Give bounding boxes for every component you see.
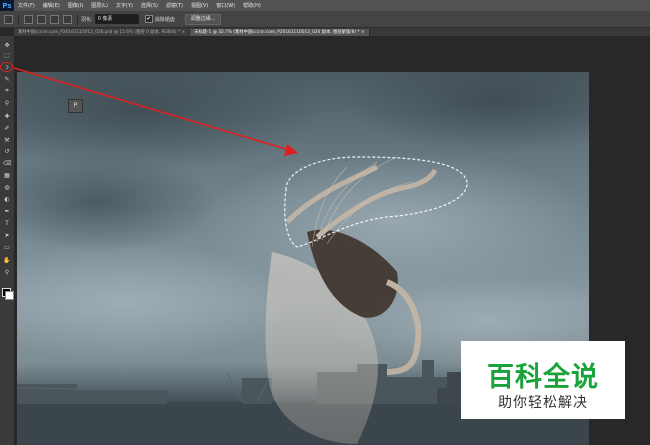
zoom-tool-icon[interactable]: ⚲ <box>3 269 11 276</box>
menu-type[interactable]: 文字(Y) <box>112 2 137 9</box>
move-tool-icon[interactable]: ✥ <box>3 42 11 49</box>
brush-tool-icon[interactable]: ✐ <box>3 125 11 132</box>
gradient-tool-icon[interactable]: ▦ <box>3 172 11 179</box>
menu-bar: Ps 文件(F) 编辑(E) 图像(I) 图层(L) 文字(Y) 选择(S) 滤… <box>0 0 650 11</box>
tools-panel: ✥ ⬚ ↄ ✎ ⌗ ⚲ ✚ ✐ ⚒ ↺ ⌫ ▦ ◍ ◐ ✒ T ➤ ▭ ✋ ⚲ <box>0 36 15 445</box>
document-tabs: 素材中国sccnn.com_P20161110012_026.psd @ 15.… <box>14 28 650 36</box>
menu-select[interactable]: 选择(S) <box>137 2 162 9</box>
refine-edge-button[interactable]: 调整边缘... <box>184 13 222 25</box>
feather-label: 羽化: <box>81 16 93 23</box>
background-color-swatch[interactable] <box>5 291 14 300</box>
intersect-selection-icon[interactable] <box>63 14 72 24</box>
eraser-tool-icon[interactable]: ⌫ <box>3 160 11 167</box>
menu-edit[interactable]: 编辑(E) <box>39 2 64 9</box>
subtract-selection-icon[interactable] <box>50 14 59 24</box>
tab-document-2[interactable]: 未标题-1 @ 32.7% (素材中国sccnn.com_P2016111001… <box>190 29 370 36</box>
eyedropper-tool-icon[interactable]: ⚲ <box>3 100 11 107</box>
tab-document-1[interactable]: 素材中国sccnn.com_P20161110012_026.psd @ 15.… <box>14 29 191 36</box>
blur-tool-icon[interactable]: ◍ <box>3 184 11 191</box>
options-divider <box>18 13 19 25</box>
menu-filter[interactable]: 滤镜(T) <box>162 2 187 9</box>
path-select-tool-icon[interactable]: ➤ <box>3 232 11 239</box>
lasso-highlight-circle <box>0 62 13 72</box>
dodge-tool-icon[interactable]: ◐ <box>3 196 11 203</box>
shape-tool-icon[interactable]: ▭ <box>3 244 11 251</box>
clone-stamp-tool-icon[interactable]: ⚒ <box>3 137 11 144</box>
watermark-logo: 百科全说 助你轻松解决 <box>461 341 625 419</box>
menu-file[interactable]: 文件(F) <box>14 2 39 9</box>
watermark-title: 百科全说 <box>487 362 599 393</box>
menu-help[interactable]: 帮助(H) <box>239 2 265 9</box>
menu-layer[interactable]: 图层(L) <box>87 2 112 9</box>
options-bar: 羽化: 0 像素 ✔ 消除锯齿 调整边缘... <box>0 11 650 28</box>
watermark-subtitle: 助你轻松解决 <box>498 395 588 411</box>
antialias-label: 消除锯齿 <box>154 16 175 23</box>
photoshop-logo-icon: Ps <box>0 0 14 11</box>
healing-brush-tool-icon[interactable]: ✚ <box>3 113 11 120</box>
new-selection-icon[interactable] <box>24 14 33 24</box>
menu-view[interactable]: 视图(V) <box>187 2 212 9</box>
options-divider <box>77 13 78 25</box>
quick-select-tool-icon[interactable]: ✎ <box>3 76 11 83</box>
menu-image[interactable]: 图像(I) <box>64 2 87 9</box>
add-selection-icon[interactable] <box>37 14 46 24</box>
history-brush-tool-icon[interactable]: ↺ <box>3 148 11 155</box>
menu-window[interactable]: 窗口(W) <box>212 2 239 9</box>
antialias-checkbox[interactable]: ✔ <box>144 15 153 23</box>
crop-tool-icon[interactable]: ⌗ <box>3 87 11 94</box>
pen-tool-icon[interactable]: ✒ <box>3 208 11 215</box>
lasso-preset-icon[interactable] <box>4 14 13 24</box>
marquee-tool-icon[interactable]: ⬚ <box>3 52 11 59</box>
feather-input[interactable]: 0 像素 <box>94 14 139 24</box>
cursor-tooltip: P <box>68 99 83 113</box>
type-tool-icon[interactable]: T <box>3 220 11 227</box>
hand-tool-icon[interactable]: ✋ <box>3 257 11 264</box>
